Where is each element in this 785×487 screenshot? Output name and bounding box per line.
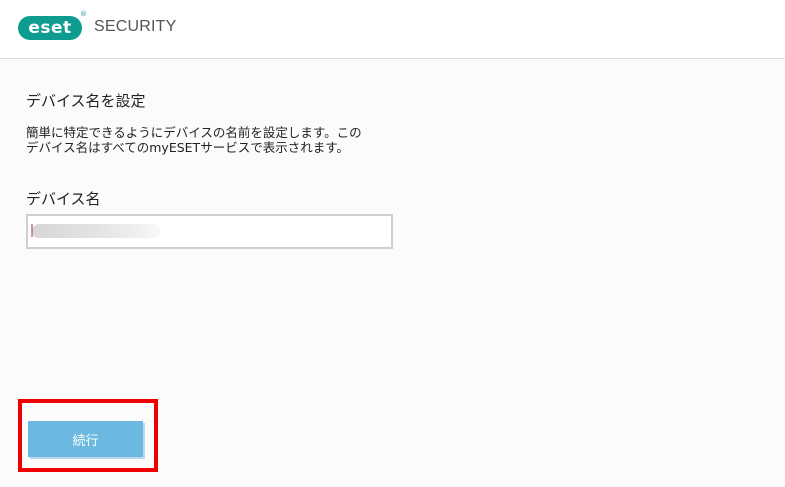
logo-text: eset bbox=[28, 18, 72, 38]
description-line-2: デバイス名はすべてのmyESETサービスで表示されます。 bbox=[26, 140, 349, 155]
eset-logo-icon: eset bbox=[18, 16, 82, 40]
description-line-1: 簡単に特定できるようにデバイスの名前を設定します。この bbox=[26, 125, 362, 140]
app-header: eset ® SECURITY bbox=[0, 0, 785, 59]
registered-mark: ® bbox=[80, 10, 87, 18]
redacted-value bbox=[32, 224, 160, 238]
continue-button[interactable]: 続行 bbox=[28, 421, 143, 457]
device-name-label: デバイス名 bbox=[26, 190, 101, 208]
input-caret bbox=[31, 224, 33, 237]
page-description: 簡単に特定できるようにデバイスの名前を設定します。この デバイス名はすべてのmy… bbox=[26, 125, 406, 155]
page-title: デバイス名を設定 bbox=[26, 92, 146, 110]
product-name: SECURITY bbox=[94, 18, 177, 35]
